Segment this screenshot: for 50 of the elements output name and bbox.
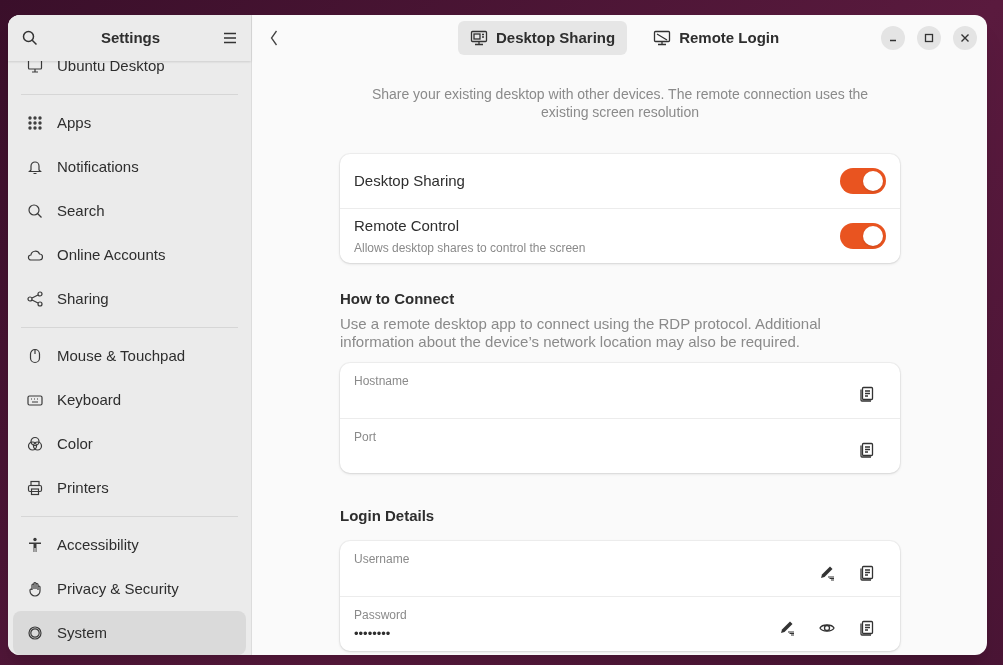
share-icon	[27, 291, 43, 307]
maximize-icon	[924, 33, 934, 43]
monitor-icon	[653, 30, 672, 46]
color-wheel-icon	[27, 436, 43, 452]
printer-icon	[27, 480, 43, 496]
sidebar-item[interactable]: Color	[13, 422, 246, 466]
sidebar-item[interactable]: Notifications	[13, 145, 246, 189]
maximize-button[interactable]	[917, 26, 941, 50]
close-button[interactable]	[953, 26, 977, 50]
sidebar-item[interactable]: Keyboard	[13, 378, 246, 422]
sidebar-item[interactable]: Online Accounts	[13, 233, 246, 277]
field-label: Username	[354, 551, 411, 568]
field-label: Password	[354, 607, 408, 624]
hand-icon	[27, 581, 43, 597]
menu-icon[interactable]	[223, 32, 237, 44]
grid-icon	[27, 115, 43, 131]
back-icon[interactable]	[270, 30, 278, 46]
sidebar-item[interactable]: Mouse & Touchpad	[13, 334, 246, 378]
setting-label: Desktop Sharing	[354, 170, 466, 191]
tab[interactable]: Desktop Sharing	[458, 21, 628, 55]
bell-icon	[27, 159, 43, 175]
mouse-icon	[27, 348, 43, 364]
keyboard-icon	[27, 392, 43, 408]
sidebar-item[interactable]: Accessibility	[13, 523, 246, 567]
field-label: Hostname	[354, 372, 410, 390]
sidebar-item[interactable]: Privacy & Security	[13, 567, 246, 611]
toggle-switch[interactable]	[840, 223, 886, 249]
section-description: Use a remote desktop app to connect using the RDP protocol. Additional information about the device’s network location may also be required.	[340, 314, 822, 351]
search-icon	[27, 203, 43, 219]
field-value: ••••••••	[354, 625, 392, 643]
tab[interactable]: Remote Login	[641, 21, 792, 55]
sidebar-item[interactable]: Printers	[13, 466, 246, 510]
gear-icon	[27, 625, 43, 641]
sidebar-item[interactable]: Sharing	[13, 277, 246, 321]
sidebar-title: Settings	[100, 27, 161, 48]
setting-label: Remote Control	[354, 216, 461, 237]
section-heading: How to Connect	[340, 289, 456, 309]
search-icon[interactable]	[22, 30, 38, 46]
setting-description: Allows desktop shares to control the screen	[354, 239, 587, 257]
sidebar-item[interactable]: Apps	[13, 101, 246, 145]
accessibility-icon	[27, 537, 43, 553]
sidebar-item[interactable]: Search	[13, 189, 246, 233]
monitor-icon	[470, 30, 488, 46]
monitor-icon	[27, 61, 43, 74]
sidebar-item[interactable]: System	[13, 611, 246, 655]
field-label: Port	[354, 428, 377, 446]
section-heading: Login Details	[340, 505, 436, 526]
close-icon	[960, 33, 970, 43]
toggle-switch[interactable]	[840, 168, 886, 194]
intro-text: Share your existing desktop with other devices. The remote connection uses the existing screen resolution	[370, 85, 870, 121]
